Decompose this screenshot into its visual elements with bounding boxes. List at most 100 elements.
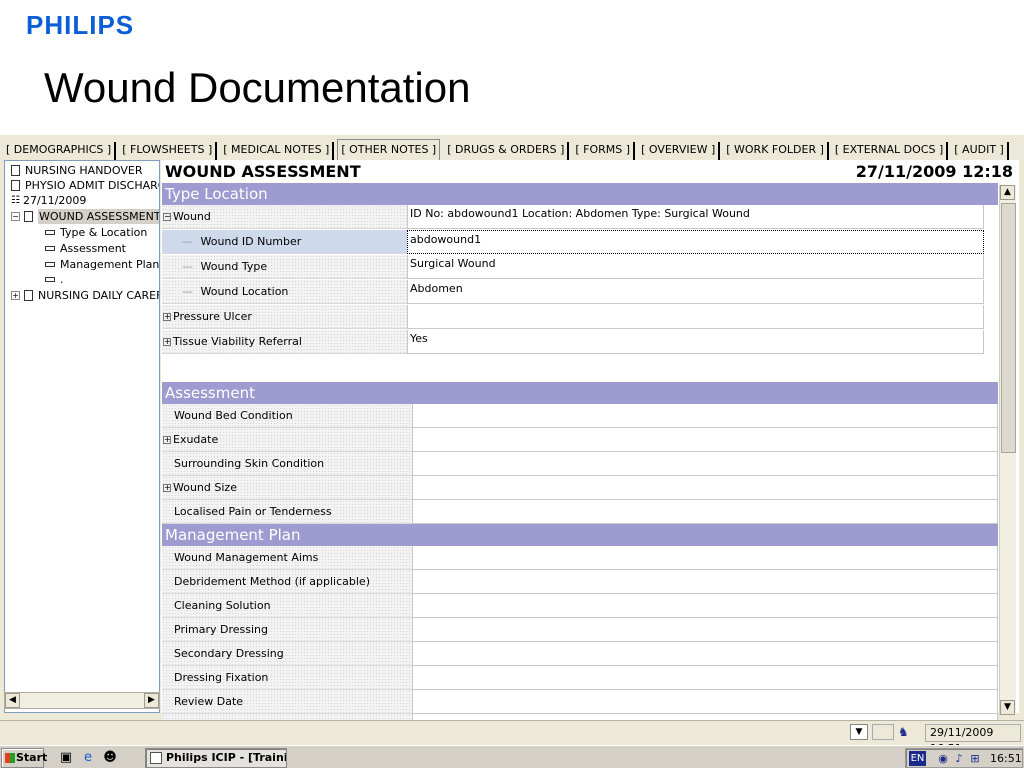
field-label: + Wound Size bbox=[162, 476, 412, 500]
field-value-debridement-method-if-applicable[interactable] bbox=[412, 570, 998, 594]
field-value-dressing-fixation[interactable] bbox=[412, 666, 998, 690]
field-value-cleaning-solution[interactable] bbox=[412, 594, 998, 618]
form-row-wound: − Wound ID No: abdowound1 Location: Abdome… bbox=[162, 205, 984, 229]
field-value-pressure-ulcer[interactable] bbox=[407, 305, 984, 329]
scroll-right-button[interactable]: ▶ bbox=[144, 693, 159, 708]
expand-icon[interactable]: + bbox=[163, 338, 171, 346]
field-label-text: Secondary Dressing bbox=[174, 647, 284, 660]
field-value-exudate[interactable] bbox=[412, 428, 998, 452]
scroll-down-button[interactable]: ▼ bbox=[1000, 700, 1015, 715]
field-value-tissue-viability-referral[interactable]: Yes bbox=[407, 330, 984, 354]
tab-forms[interactable]: [ FORMS ] bbox=[572, 142, 636, 160]
tab-overview[interactable]: [ OVERVIEW ] bbox=[638, 142, 721, 160]
tree-item-assessment[interactable]: Assessment bbox=[45, 241, 126, 256]
status-bar: ▼ ♞ 29/11/2009 16:51 bbox=[0, 720, 1024, 755]
tab-demographics[interactable]: [ DEMOGRAPHICS ] bbox=[3, 142, 117, 160]
collapse-icon[interactable]: − bbox=[11, 212, 20, 221]
tree-item-nursing-handover[interactable]: NURSING HANDOVER bbox=[11, 163, 142, 178]
tab-external-docs[interactable]: [ EXTERNAL DOCS ] bbox=[832, 142, 949, 160]
field-value-wound-location[interactable]: Abdomen bbox=[407, 280, 984, 304]
node-icon bbox=[45, 230, 55, 235]
tree-item-physio-admit-discharg[interactable]: PHYSIO ADMIT DISCHARG bbox=[11, 178, 159, 193]
collapse-icon[interactable]: − bbox=[163, 213, 171, 221]
field-label: Primary Dressing bbox=[162, 618, 412, 642]
form-vertical-scrollbar[interactable]: ▲ ▼ bbox=[999, 185, 1016, 715]
field-value-wound-type[interactable]: Surgical Wound bbox=[407, 255, 984, 279]
field-label-text: Debridement Method (if applicable) bbox=[174, 575, 370, 588]
form-row-dressing-fixation: Dressing Fixation bbox=[162, 666, 998, 690]
field-label: Secondary Dressing bbox=[162, 642, 412, 666]
field-value-secondary-dressing[interactable] bbox=[412, 642, 998, 666]
navigation-tree[interactable]: NURSING HANDOVER PHYSIO ADMIT DISCHARG ☷ 27… bbox=[4, 160, 160, 713]
tab-other-notes[interactable]: [ OTHER NOTES ] bbox=[337, 139, 441, 160]
field-value-wound[interactable]: ID No: abdowound1 Location: Abdomen Type… bbox=[407, 205, 984, 229]
field-value-surrounding-skin-condition[interactable] bbox=[412, 452, 998, 476]
field-label-text: Review Date bbox=[174, 695, 244, 708]
field-label-text: Wound Bed Condition bbox=[174, 409, 293, 422]
field-label: − Wound bbox=[162, 205, 407, 229]
scroll-thumb[interactable] bbox=[1001, 203, 1016, 453]
tab-strip: [ DEMOGRAPHICS ][ FLOWSHEETS ][ MEDICAL … bbox=[3, 138, 1012, 160]
form-row-wound-location: — Wound Location Abdomen bbox=[162, 280, 984, 304]
language-indicator[interactable]: EN bbox=[909, 751, 926, 766]
volume-icon[interactable]: ♪ bbox=[952, 752, 966, 766]
form-row-review-date: Review Date bbox=[162, 690, 998, 714]
tree-item-label: Management Plan bbox=[60, 258, 160, 271]
scroll-up-button[interactable]: ▲ bbox=[1000, 185, 1015, 200]
form-row-secondary-dressing: Secondary Dressing bbox=[162, 642, 998, 666]
show-desktop-icon[interactable]: ▣ bbox=[58, 750, 74, 766]
field-value-localised-pain-or-tenderness[interactable] bbox=[412, 500, 998, 524]
field-value-wound-id-number[interactable]: abdowound1 bbox=[407, 230, 984, 254]
field-label-text: Localised Pain or Tenderness bbox=[174, 505, 332, 518]
security-icon[interactable]: ⊞ bbox=[968, 752, 982, 766]
tab-drugs-orders[interactable]: [ DRUGS & ORDERS ] bbox=[444, 142, 570, 160]
field-value-wound-bed-condition[interactable] bbox=[412, 404, 998, 428]
field-label-text: Dressing Fixation bbox=[174, 671, 269, 684]
field-label: + Exudate bbox=[162, 428, 412, 452]
taskbar: Start ▣ e ☻ Philips ICIP - [Trainin... E… bbox=[0, 745, 1024, 768]
tree-item-27-11-2009[interactable]: ☷ 27/11/2009 bbox=[11, 193, 86, 208]
document-icon bbox=[24, 211, 33, 222]
start-label: Start bbox=[16, 751, 48, 764]
field-value-wound-management-aims[interactable] bbox=[412, 546, 998, 570]
tab-work-folder[interactable]: [ WORK FOLDER ] bbox=[723, 142, 829, 160]
expand-icon[interactable]: + bbox=[11, 291, 20, 300]
field-value-wound-size[interactable] bbox=[412, 476, 998, 500]
field-label-text: Exudate bbox=[173, 433, 219, 446]
form-row-localised-pain-or-tenderness: Localised Pain or Tenderness bbox=[162, 500, 998, 524]
form-row-primary-dressing: Primary Dressing bbox=[162, 618, 998, 642]
scroll-left-button[interactable]: ◀ bbox=[5, 693, 20, 708]
tree-item-item[interactable]: . bbox=[45, 272, 64, 287]
tree-item-wound-assessment[interactable]: − WOUND ASSESSMENT bbox=[11, 209, 159, 224]
users-icon[interactable]: ♞ bbox=[898, 725, 914, 739]
start-button[interactable]: Start bbox=[1, 748, 48, 768]
dropdown-arrow-icon[interactable]: ▼ bbox=[850, 724, 868, 740]
form-row-debridement-method-if-applicable: Debridement Method (if applicable) bbox=[162, 570, 998, 594]
messenger-icon[interactable]: ☻ bbox=[102, 750, 118, 766]
expand-icon[interactable]: + bbox=[163, 313, 171, 321]
tab-flowsheets[interactable]: [ FLOWSHEETS ] bbox=[119, 142, 218, 160]
tree-item-label: NURSING HANDOVER bbox=[25, 164, 143, 177]
expand-icon[interactable]: + bbox=[163, 484, 171, 492]
windows-flag-icon bbox=[5, 753, 15, 763]
network-icon[interactable]: ◉ bbox=[936, 752, 950, 766]
tree-item-label: NURSING DAILY CAREF bbox=[38, 289, 160, 302]
field-value-primary-dressing[interactable] bbox=[412, 618, 998, 642]
tab-medical-notes[interactable]: [ MEDICAL NOTES ] bbox=[220, 142, 335, 160]
field-label: Surrounding Skin Condition bbox=[162, 452, 412, 476]
field-value-review-date[interactable] bbox=[412, 690, 998, 714]
node-icon bbox=[45, 277, 55, 282]
taskbar-window-label: Philips ICIP - [Trainin... bbox=[166, 751, 286, 764]
expand-icon[interactable]: + bbox=[163, 436, 171, 444]
internet-explorer-icon[interactable]: e bbox=[80, 750, 96, 766]
tree-horizontal-scrollbar[interactable]: ◀ ▶ bbox=[4, 692, 160, 709]
tree-item-management-plan[interactable]: Management Plan bbox=[45, 257, 159, 272]
taskbar-window-button[interactable]: Philips ICIP - [Trainin... bbox=[145, 748, 287, 768]
field-label-text: Surrounding Skin Condition bbox=[174, 457, 325, 470]
tab-audit[interactable]: [ AUDIT ] bbox=[951, 142, 1009, 160]
form-row-pressure-ulcer: + Pressure Ulcer bbox=[162, 305, 984, 329]
tree-item-nursing-daily-caref[interactable]: + NURSING DAILY CAREF bbox=[11, 288, 160, 303]
tree-item-type-location[interactable]: Type & Location bbox=[45, 225, 147, 240]
status-datetime: 29/11/2009 16:51 bbox=[925, 724, 1021, 755]
field-label-text: Wound Management Aims bbox=[174, 551, 319, 564]
